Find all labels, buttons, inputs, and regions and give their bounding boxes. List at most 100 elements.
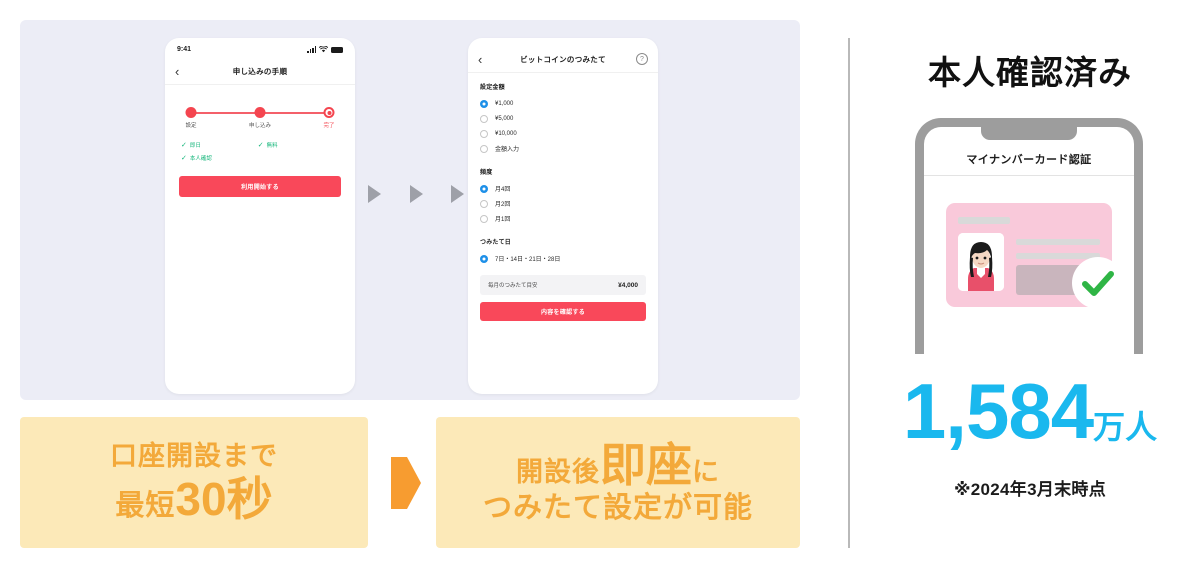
amount-option-1[interactable]: ¥1,000 xyxy=(480,96,646,111)
step-node-1 xyxy=(185,107,197,118)
frequency-option-2[interactable]: 月2回 xyxy=(480,196,646,211)
vertical-divider xyxy=(848,38,850,548)
user-count-stat: 1,584万人 xyxy=(860,372,1200,450)
amount-label-2: ¥5,000 xyxy=(495,115,514,122)
right-column: 本人確認済み マイナンバーカード認証 1,584万人 ※2024年3月末時点 xyxy=(860,0,1200,566)
transition-arrows xyxy=(368,183,464,205)
amount-option-2[interactable]: ¥5,000 xyxy=(480,111,646,126)
back-icon[interactable]: ‹ xyxy=(478,53,492,66)
phone-one-body: 設定 申し込み 完了 ✓ 即日 ✓ 無料 ✓ 本人確認 利用開始する xyxy=(165,85,355,197)
day-label-1: 7日・14日・21日・28日 xyxy=(495,257,561,263)
amount-section-title: 設定金額 xyxy=(480,85,505,91)
frequency-label-1: 月4回 xyxy=(495,187,511,193)
amount-option-4[interactable]: 金額入力 xyxy=(480,141,646,156)
id-card-header-line xyxy=(958,217,1010,224)
radio-icon[interactable] xyxy=(480,129,488,138)
check-icon xyxy=(1082,271,1114,296)
check-label-1: 即日 xyxy=(189,143,201,149)
play-arrow-icon xyxy=(409,185,423,203)
callout-right-line1: 開設後 即座 に xyxy=(516,439,720,492)
amount-option-3[interactable]: ¥10,000 xyxy=(480,126,646,141)
check-item-3: ✓ 本人確認 xyxy=(181,154,341,163)
summary-label: 毎月のつみたて目安 xyxy=(488,283,538,289)
screen-divider xyxy=(924,175,1134,176)
check-icon: ✓ xyxy=(181,141,187,149)
frequency-label-2: 月2回 xyxy=(495,202,511,208)
callout-arrow-icon xyxy=(391,457,421,509)
callout-right-text4: つみたて設定が可能 xyxy=(482,492,753,525)
callout-right-text1: 開設後 xyxy=(516,457,600,488)
summary-value: ¥4,000 xyxy=(618,281,638,289)
step-label-1: 設定 xyxy=(185,123,197,129)
check-item-1: ✓ 即日 xyxy=(181,141,258,150)
status-icons xyxy=(307,46,343,53)
callout-account-opening-speed: 口座開設まで 最短 30秒 xyxy=(20,417,368,548)
step-label-2: 申し込み xyxy=(248,123,272,129)
callout-right-line2: つみたて設定が可能 xyxy=(482,492,753,525)
step-node-2 xyxy=(254,107,266,118)
stat-footnote: ※2024年3月末時点 xyxy=(953,480,1107,499)
radio-icon[interactable] xyxy=(480,144,488,153)
callout-right-text3: に xyxy=(692,457,720,488)
status-bar: 9:41 xyxy=(165,38,355,58)
monthly-summary-box: 毎月のつみたて目安 ¥4,000 xyxy=(480,275,646,295)
frequency-section-title: 頻度 xyxy=(480,170,493,176)
status-time: 9:41 xyxy=(177,46,192,53)
day-option-1[interactable]: 7日・14日・21日・28日 xyxy=(480,251,646,266)
phone-two-nav-bar: ‹ ビットコインのつみたて ? xyxy=(468,46,658,73)
person-avatar-icon xyxy=(958,233,1004,291)
step-label-3: 完了 xyxy=(323,123,335,129)
callout-instant-setup: 開設後 即座 に つみたて設定が可能 xyxy=(436,417,800,548)
back-icon[interactable]: ‹ xyxy=(175,65,189,78)
start-using-button[interactable]: 利用開始する xyxy=(179,176,341,197)
callout-left-text3: 30秒 xyxy=(175,472,273,525)
frequency-option-1[interactable]: 月4回 xyxy=(480,181,646,196)
radio-icon[interactable] xyxy=(480,114,488,123)
callout-left-text1: 口座開設まで xyxy=(110,441,278,472)
frequency-option-3[interactable]: 月1回 xyxy=(480,211,646,226)
stat-unit: 万人 xyxy=(1093,409,1158,445)
amount-label-1: ¥1,000 xyxy=(495,100,514,107)
check-label-3: 本人確認 xyxy=(189,156,212,162)
signal-icon xyxy=(307,46,316,53)
radio-icon-selected[interactable] xyxy=(480,99,488,108)
amount-label-4: 金額入力 xyxy=(495,147,520,153)
radio-icon-selected[interactable] xyxy=(480,254,488,263)
radio-icon-selected[interactable] xyxy=(480,184,488,193)
stat-value: 1,584 xyxy=(902,367,1094,455)
play-arrow-icon xyxy=(451,185,464,203)
check-icon: ✓ xyxy=(257,141,264,149)
frequency-label-3: 月1回 xyxy=(495,217,511,223)
radio-icon[interactable] xyxy=(480,214,488,223)
help-icon[interactable]: ? xyxy=(636,53,648,65)
left-column: 9:41 ‹ 申し込みの手順 設定 申し込み 完了 ✓ 即日 ✓ 無料 ✓ 本人… xyxy=(0,0,820,566)
verification-phone-illustration: マイナンバーカード認証 xyxy=(915,118,1143,354)
phone-two-body: 設定金額 ¥1,000 ¥5,000 ¥10,000 金額入力 頻度 月4回 月… xyxy=(468,73,658,321)
battery-icon xyxy=(331,46,343,53)
amount-label-3: ¥10,000 xyxy=(495,130,517,137)
app-screens-panel: 9:41 ‹ 申し込みの手順 設定 申し込み 完了 ✓ 即日 ✓ 無料 ✓ 本人… xyxy=(20,20,800,400)
feature-check-list: ✓ 即日 ✓ 無料 ✓ 本人確認 xyxy=(179,141,341,163)
verified-check-badge xyxy=(1072,257,1124,309)
id-card-text-line-1 xyxy=(1016,239,1100,245)
check-icon: ✓ xyxy=(181,154,187,162)
radio-icon[interactable] xyxy=(480,199,488,208)
progress-stepper: 設定 申し込み 完了 xyxy=(185,107,335,133)
callout-left-line1: 口座開設まで xyxy=(110,441,278,472)
confirm-button[interactable]: 内容を確認する xyxy=(480,302,646,321)
check-item-2: ✓ 無料 xyxy=(257,141,341,150)
phone-one-title: 申し込みの手順 xyxy=(232,66,288,76)
callout-left-line2: 最短 30秒 xyxy=(115,472,273,525)
step-node-3 xyxy=(323,107,335,118)
wifi-icon xyxy=(319,46,328,53)
phone-screen-bitcoin-accumulation: ‹ ビットコインのつみたて ? 設定金額 ¥1,000 ¥5,000 ¥10,0… xyxy=(468,38,658,394)
phone-screen-application-steps: 9:41 ‹ 申し込みの手順 設定 申し込み 完了 ✓ 即日 ✓ 無料 ✓ 本人… xyxy=(165,38,355,394)
phone-two-title: ビットコインのつみたて xyxy=(520,54,606,64)
id-photo xyxy=(958,233,1004,291)
play-arrow-icon xyxy=(368,185,381,203)
verified-heading: 本人確認済み xyxy=(928,54,1132,91)
callout-left-text2: 最短 xyxy=(115,489,176,522)
callout-right-text2: 即座 xyxy=(600,439,692,492)
mynumber-card-auth-title: マイナンバーカード認証 xyxy=(966,154,1092,166)
phone-one-nav-bar: ‹ 申し込みの手順 xyxy=(165,58,355,85)
